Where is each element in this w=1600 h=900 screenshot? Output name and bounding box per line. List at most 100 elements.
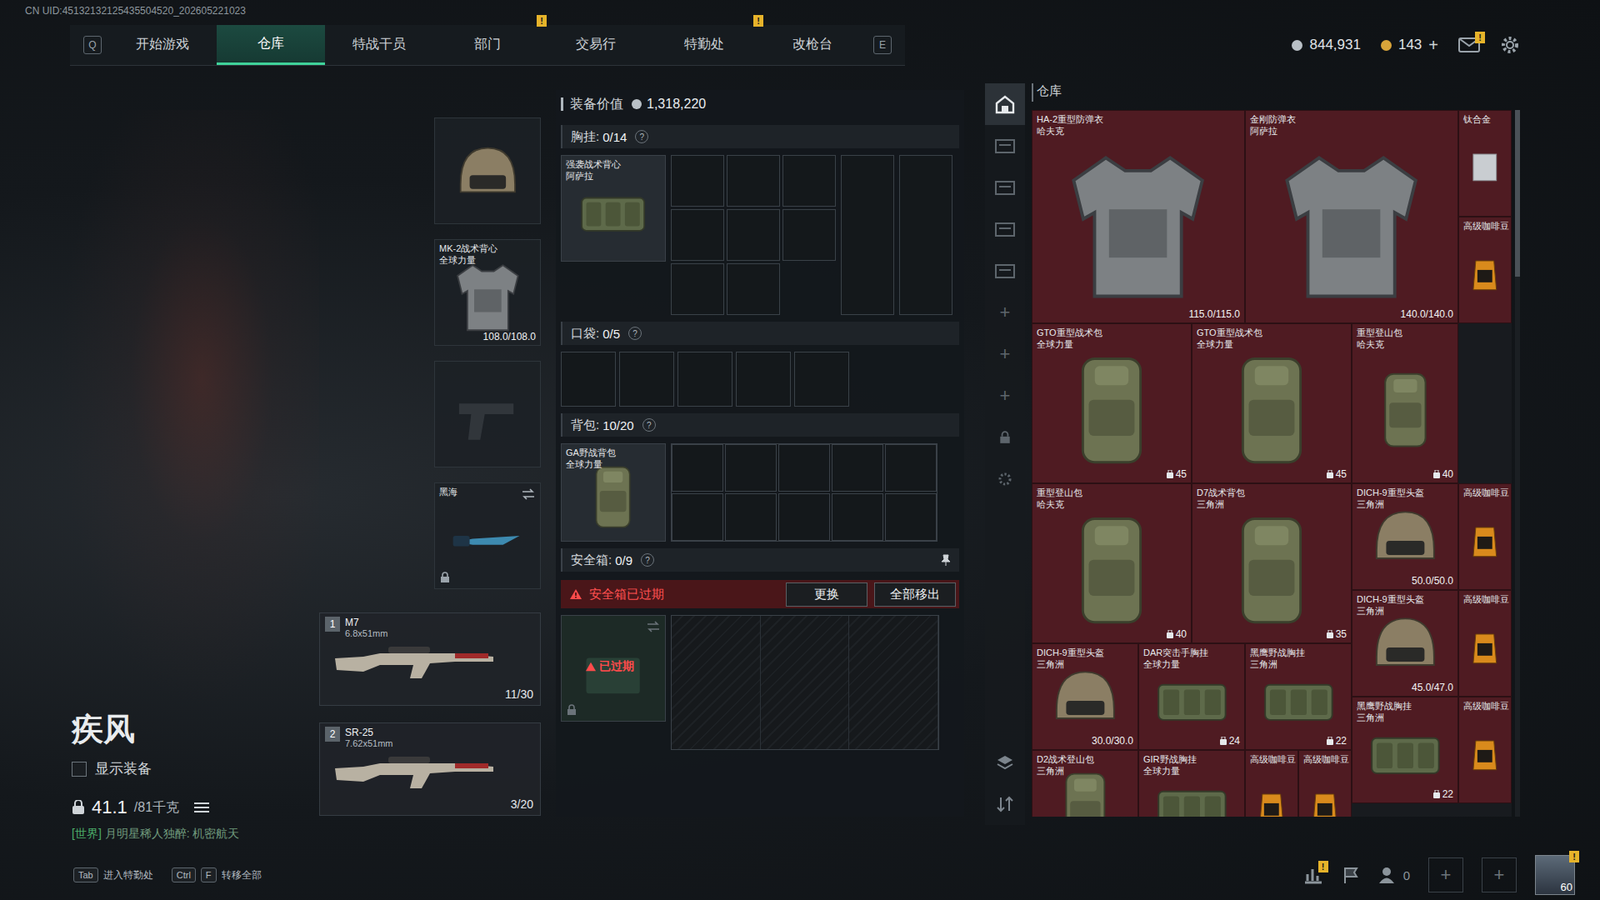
help-button[interactable]: ?: [642, 418, 656, 432]
safe-box[interactable]: 已过期: [560, 615, 666, 722]
warehouse-item[interactable]: GTO重型战术包全球力量 45: [1031, 323, 1192, 484]
stats-button[interactable]: !: [1303, 865, 1324, 885]
inventory-cell[interactable]: [726, 263, 780, 315]
inventory-cell[interactable]: [670, 155, 725, 207]
inventory-cell[interactable]: [885, 444, 937, 492]
inventory-cell[interactable]: [831, 444, 884, 492]
nav-tab[interactable]: 仓库: [216, 25, 325, 65]
warehouse-item[interactable]: 黑鹰野战胸挂三角洲 22: [1245, 643, 1352, 750]
gear-slot[interactable]: [434, 360, 541, 468]
show-gear-toggle[interactable]: 显示装备: [71, 759, 320, 779]
mail-button[interactable]: !: [1458, 36, 1480, 54]
warehouse-tab[interactable]: [985, 458, 1025, 500]
help-button[interactable]: ?: [640, 553, 655, 567]
warehouse-tab[interactable]: +: [985, 375, 1025, 417]
warehouse-tab[interactable]: [985, 416, 1025, 459]
inventory-cell[interactable]: [619, 351, 675, 407]
gear-slot[interactable]: MK-2战术背心全球力量 108.0/108.0: [434, 239, 541, 346]
add-currency-button[interactable]: +: [1428, 35, 1439, 55]
warehouse-item[interactable]: 高级咖啡豆: [1458, 590, 1512, 697]
weapon-slot[interactable]: 2 SR-257.62x51mm 3/20: [319, 722, 541, 816]
gear-slot[interactable]: [434, 117, 541, 225]
gear-slot[interactable]: 黑海: [434, 482, 541, 590]
help-button[interactable]: ?: [635, 130, 649, 144]
inventory-cell[interactable]: [726, 209, 780, 261]
pin-icon[interactable]: [940, 554, 951, 566]
list-icon[interactable]: [194, 801, 210, 814]
settings-button[interactable]: [1500, 35, 1520, 55]
warehouse-item[interactable]: DICH-9重型头盔三角洲 50.0/50.0: [1351, 483, 1459, 590]
inventory-cell[interactable]: [671, 493, 724, 541]
player-avatar[interactable]: 60 !: [1535, 855, 1575, 895]
add-teammate-button[interactable]: +: [1428, 857, 1464, 893]
swap-icon[interactable]: [646, 620, 660, 633]
inventory-cell[interactable]: [840, 155, 895, 315]
inventory-cell[interactable]: [778, 493, 830, 541]
warehouse-tab[interactable]: +: [985, 333, 1025, 375]
warehouse-item[interactable]: D2战术登山包三角洲: [1031, 750, 1139, 817]
warehouse-tool[interactable]: [985, 783, 1025, 825]
weapon-slot[interactable]: 1 M76.8x51mm 11/30: [319, 612, 541, 706]
checkbox[interactable]: [71, 761, 87, 777]
add-teammate-button[interactable]: +: [1481, 857, 1517, 893]
equipped-backpack[interactable]: GA野战背包全球力量: [560, 443, 666, 542]
warehouse-item[interactable]: 高级咖啡豆: [1298, 750, 1352, 817]
warehouse-item[interactable]: 高级咖啡豆: [1245, 750, 1299, 817]
friends-button[interactable]: 0: [1378, 865, 1410, 885]
scrollbar[interactable]: [1515, 110, 1520, 817]
warehouse-item[interactable]: 高级咖啡豆: [1458, 483, 1512, 590]
warehouse-tool[interactable]: [985, 741, 1025, 784]
warehouse-item[interactable]: 高级咖啡豆: [1458, 696, 1512, 804]
inventory-cell[interactable]: [725, 444, 777, 492]
inventory-cell[interactable]: [735, 351, 791, 407]
warehouse-item[interactable]: GIR野战胸挂全球力量: [1138, 750, 1245, 817]
inventory-cell[interactable]: [560, 351, 616, 407]
warehouse-item[interactable]: 重型登山包哈夫克 40: [1031, 483, 1192, 644]
inventory-cell[interactable]: [778, 444, 830, 492]
inventory-cell[interactable]: [782, 209, 836, 261]
nav-tab[interactable]: 改枪台: [758, 25, 867, 65]
nav-tab[interactable]: 特战干员: [325, 25, 434, 65]
inventory-cell[interactable]: [726, 155, 780, 207]
warehouse-item[interactable]: 钛合金: [1458, 110, 1512, 217]
inventory-cell[interactable]: [670, 209, 725, 261]
nav-prev-key[interactable]: Q: [83, 35, 102, 55]
inventory-cell[interactable]: [782, 155, 836, 207]
warehouse-item[interactable]: 重型登山包哈夫克 40: [1351, 323, 1459, 484]
warehouse-tab[interactable]: [985, 208, 1025, 250]
warehouse-item[interactable]: HA-2重型防弹衣哈夫克 115.0/115.0: [1031, 110, 1245, 324]
inventory-cell[interactable]: [794, 351, 850, 407]
nav-tab[interactable]: 开始游戏: [108, 25, 217, 65]
warehouse-item[interactable]: 黑鹰野战胸挂三角洲 22: [1351, 696, 1459, 804]
world-chat[interactable]: [世界] 月明星稀人独醉: 机密航天: [71, 826, 320, 842]
inventory-cell[interactable]: [677, 351, 733, 407]
inventory-cell[interactable]: [831, 493, 884, 541]
swap-icon[interactable]: [521, 488, 535, 500]
nav-tab[interactable]: 交易行: [541, 25, 650, 65]
warehouse-tab[interactable]: [985, 166, 1025, 209]
warehouse-item[interactable]: DICH-9重型头盔三角洲 30.0/30.0: [1031, 643, 1139, 750]
inventory-cell[interactable]: [885, 493, 937, 541]
warehouse-item[interactable]: DAR突击手胸挂全球力量 24: [1138, 643, 1245, 750]
inventory-cell[interactable]: [670, 263, 725, 315]
warehouse-tab[interactable]: [985, 125, 1025, 167]
warehouse-item[interactable]: GTO重型战术包全球力量 45: [1191, 323, 1352, 484]
nav-tab[interactable]: 特勤处 !: [650, 25, 759, 65]
nav-next-key[interactable]: E: [873, 35, 892, 55]
equipped-rig[interactable]: 强袭战术背心阿萨拉: [560, 155, 666, 262]
warehouse-item[interactable]: DICH-9重型头盔三角洲 45.0/47.0: [1351, 590, 1459, 697]
flag-button[interactable]: [1341, 865, 1360, 885]
hotkey-hint[interactable]: CtrlF 转移全部: [171, 867, 262, 883]
warehouse-tab[interactable]: [985, 83, 1025, 125]
inventory-cell[interactable]: [899, 155, 953, 315]
warehouse-tab[interactable]: +: [985, 291, 1025, 334]
safe-action-button[interactable]: 全部移出: [874, 582, 956, 607]
inventory-cell[interactable]: [725, 493, 777, 541]
help-button[interactable]: ?: [628, 326, 642, 340]
inventory-cell[interactable]: [671, 444, 724, 492]
warehouse-tab[interactable]: [985, 250, 1025, 292]
warehouse-item[interactable]: 高级咖啡豆: [1458, 216, 1512, 324]
warehouse-item[interactable]: D7战术背包三角洲 35: [1191, 483, 1352, 644]
warehouse-item[interactable]: 金刚防弹衣阿萨拉 140.0/140.0: [1245, 110, 1459, 324]
hotkey-hint[interactable]: Tab 进入特勤处: [73, 867, 154, 883]
